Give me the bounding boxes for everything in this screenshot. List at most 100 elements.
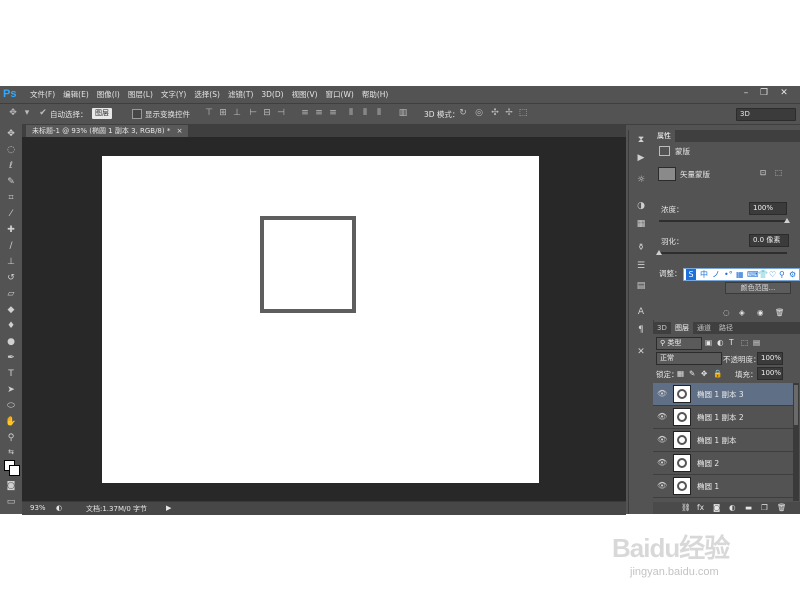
ellipse-tool-icon[interactable]: ⬭ xyxy=(4,400,18,412)
blend-mode-dropdown[interactable]: 正常 xyxy=(656,352,722,365)
layer-name[interactable]: 椭圆 1 xyxy=(697,481,719,492)
visibility-eye-icon[interactable]: 👁 xyxy=(657,389,667,399)
feather-slider[interactable] xyxy=(656,250,787,255)
3d-roll-icon[interactable]: ◎ xyxy=(474,108,484,118)
align-bottom-icon[interactable]: ⊥ xyxy=(232,108,242,118)
disable-mask-icon[interactable]: ◉ xyxy=(757,308,764,317)
3d-rotate-icon[interactable]: ↻ xyxy=(458,108,468,118)
canvas-area[interactable] xyxy=(22,137,626,501)
distribute-right-icon[interactable]: ⫴ xyxy=(374,108,384,118)
move-tool-preset-icon[interactable]: ✥ xyxy=(8,108,18,118)
zoom-level[interactable]: 93% xyxy=(30,504,46,512)
distribute-top-icon[interactable]: ≡ xyxy=(300,108,310,118)
type-tool-icon[interactable]: T xyxy=(4,368,18,380)
add-pixel-mask-icon[interactable]: ⊡ xyxy=(760,168,766,177)
swap-colors-icon[interactable]: ⇆ xyxy=(4,446,18,458)
move-tool-icon[interactable]: ✥ xyxy=(4,128,18,140)
layer-name[interactable]: 椭圆 2 xyxy=(697,458,719,469)
menu-layer[interactable]: 图层(L) xyxy=(124,86,157,103)
ime-toolbar[interactable]: S 中 ノ •° ▦ ⌨ 👕 ♡ ⚲ ⚙ xyxy=(683,268,800,281)
quick-select-tool-icon[interactable]: ✎ xyxy=(4,176,18,188)
visibility-eye-icon[interactable]: 👁 xyxy=(657,435,667,445)
ime-skin-icon[interactable]: 👕 xyxy=(758,269,768,280)
menu-window[interactable]: 窗口(W) xyxy=(322,86,358,103)
minimize-button[interactable]: – xyxy=(738,87,754,100)
opacity-field[interactable]: 100% xyxy=(757,352,783,365)
ime-grid-icon[interactable]: ▦ xyxy=(736,269,744,280)
feather-field[interactable]: 0.0 像素 xyxy=(749,234,789,247)
tab-close-icon[interactable]: × xyxy=(177,127,183,135)
dodge-tool-icon[interactable]: ● xyxy=(4,336,18,348)
group-icon[interactable]: ▬ xyxy=(745,503,752,512)
lasso-tool-icon[interactable]: ℓ xyxy=(4,160,18,172)
paint-bucket-tool-icon[interactable]: ◆ xyxy=(4,304,18,316)
tab-layers[interactable]: 图层 xyxy=(671,322,693,334)
menu-help[interactable]: 帮助(H) xyxy=(358,86,393,103)
tab-3d[interactable]: 3D xyxy=(653,322,671,334)
square-shape[interactable] xyxy=(260,216,356,313)
screen-mode-icon[interactable]: ▭ xyxy=(4,496,18,508)
pen-tool-icon[interactable]: ✒ xyxy=(4,352,18,364)
ime-fullwidth-icon[interactable]: •° xyxy=(724,269,733,280)
swatches-panel-icon[interactable]: ▦ xyxy=(635,218,647,230)
density-slider[interactable] xyxy=(659,218,790,223)
trash-icon[interactable]: 🗑 xyxy=(777,503,787,512)
layer-name[interactable]: 椭圆 1 副本 3 xyxy=(697,389,744,400)
align-top-icon[interactable]: ⊤ xyxy=(204,108,214,118)
feather-slider-thumb[interactable] xyxy=(656,250,662,255)
menu-image[interactable]: 图像(I) xyxy=(93,86,124,103)
filter-type-icon[interactable]: T xyxy=(729,338,734,347)
adjustment-icon[interactable]: ◐ xyxy=(729,503,736,512)
blur-tool-icon[interactable]: ♦ xyxy=(4,320,18,332)
load-selection-icon[interactable]: ◌ xyxy=(723,308,730,317)
brush-presets-icon[interactable]: ☼ xyxy=(635,174,647,186)
tab-channels[interactable]: 通道 xyxy=(693,322,715,334)
filter-adjust-icon[interactable]: ◐ xyxy=(717,338,724,347)
info-icon[interactable]: ◐ xyxy=(56,504,62,512)
density-field[interactable]: 100% xyxy=(749,202,787,215)
distribute-left-icon[interactable]: ⫴ xyxy=(346,108,356,118)
eraser-tool-icon[interactable]: ▱ xyxy=(4,288,18,300)
fx-icon[interactable]: fx xyxy=(697,503,704,512)
tab-paths[interactable]: 路径 xyxy=(715,322,737,334)
document-tab[interactable]: 未标题-1 @ 93% (椭圆 1 副本 3, RGB/8) * × xyxy=(26,125,189,137)
clone-source-icon[interactable]: ⚱ xyxy=(635,242,647,254)
ime-chinese-mode[interactable]: 中 xyxy=(700,269,708,280)
color-range-button[interactable]: 颜色范围... xyxy=(725,282,791,294)
clone-stamp-tool-icon[interactable]: ⊥ xyxy=(4,256,18,268)
paragraph-panel-icon[interactable]: ¶ xyxy=(635,324,647,336)
info-panel-icon[interactable]: ▤ xyxy=(635,280,647,292)
ime-keyboard-icon[interactable]: ⌨ xyxy=(747,269,759,280)
menu-type[interactable]: 文字(Y) xyxy=(157,86,190,103)
show-transform-checkbox[interactable] xyxy=(132,109,142,119)
filter-pixel-icon[interactable]: ▣ xyxy=(705,338,712,347)
3d-slide-icon[interactable]: ✢ xyxy=(504,108,514,118)
ime-heart-icon[interactable]: ♡ xyxy=(769,269,776,280)
layer-filter-dropdown[interactable]: ⚲ 类型 xyxy=(656,337,702,350)
lock-all-icon[interactable]: 🔒 xyxy=(713,369,722,378)
document-canvas[interactable] xyxy=(102,156,539,483)
character-panel-icon[interactable]: A xyxy=(635,306,647,318)
menu-edit[interactable]: 编辑(E) xyxy=(59,86,93,103)
delete-mask-icon[interactable]: 🗑 xyxy=(775,308,785,317)
crop-tool-icon[interactable]: ⌗ xyxy=(4,192,18,204)
menu-filter[interactable]: 滤镜(T) xyxy=(224,86,257,103)
layers-scrollbar-thumb[interactable] xyxy=(794,385,798,425)
vector-mask-thumbnail[interactable] xyxy=(658,167,676,181)
ime-settings-icon[interactable]: ⚙ xyxy=(789,269,796,280)
brush-tool-icon[interactable]: ∕ xyxy=(4,240,18,252)
filter-smart-icon[interactable]: ▤ xyxy=(753,338,760,347)
menu-file[interactable]: 文件(F) xyxy=(26,86,59,103)
lock-position-icon[interactable]: ✥ xyxy=(701,369,707,378)
new-layer-icon[interactable]: ❐ xyxy=(761,503,768,512)
3d-scale-icon[interactable]: ⬚ xyxy=(518,108,528,118)
align-left-icon[interactable]: ⊢ xyxy=(248,108,258,118)
distribute-vcenter-icon[interactable]: ≡ xyxy=(314,108,324,118)
density-slider-thumb[interactable] xyxy=(784,218,790,223)
menu-3d[interactable]: 3D(D) xyxy=(257,86,287,103)
auto-align-icon[interactable]: ▥ xyxy=(398,108,408,118)
ime-search-icon[interactable]: ⚲ xyxy=(779,269,785,280)
restore-button[interactable]: ❐ xyxy=(756,87,772,100)
tool-presets-icon[interactable]: ☰ xyxy=(635,260,647,272)
zoom-tool-icon[interactable]: ⚲ xyxy=(4,432,18,444)
